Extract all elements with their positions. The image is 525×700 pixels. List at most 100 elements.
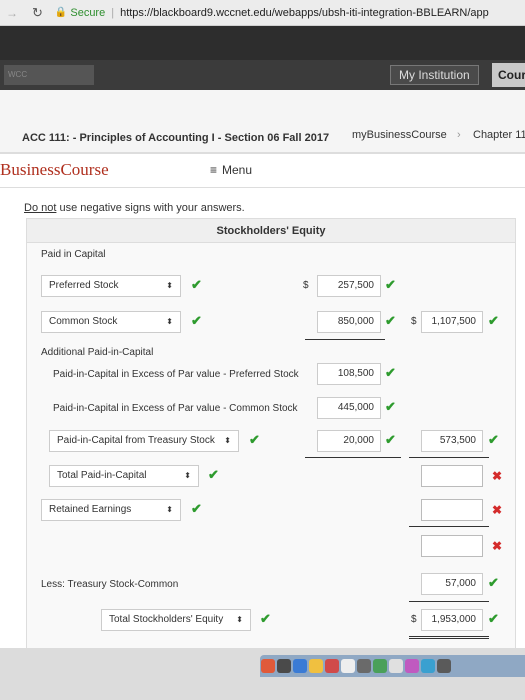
secure-label: Secure: [70, 6, 106, 19]
total-paid-in-capital-amount[interactable]: [421, 465, 483, 487]
chevron-updown-icon: ⬍: [236, 615, 243, 624]
blackboard-top-banner: [0, 26, 525, 60]
dollar-sign: $: [411, 316, 417, 327]
check-icon: ✔: [385, 399, 396, 414]
app-icon[interactable]: [405, 659, 419, 673]
retained-earnings-label: Retained Earnings: [49, 504, 132, 515]
check-icon: ✔: [488, 611, 499, 626]
lock-icon: 🔒: [54, 7, 68, 18]
app-icon[interactable]: [373, 659, 387, 673]
apic-preferred-label: Paid-in-Capital in Excess of Par value -…: [53, 369, 299, 380]
apic-label: Additional Paid-in-Capital: [41, 347, 154, 358]
app-bar: BusinessCourse ≡ Menu: [0, 154, 525, 188]
paid-in-capital-label: Paid in Capital: [41, 249, 106, 260]
chevron-right-icon: ›: [457, 129, 461, 141]
treasury-stock-amount[interactable]: 57,000: [421, 573, 483, 595]
check-icon: ✔: [249, 432, 260, 447]
preferred-stock-amount[interactable]: 257,500: [317, 275, 381, 297]
apic-treasury-select[interactable]: Paid-in-Capital from Treasury Stock ⬍: [49, 430, 239, 452]
institution-bar: WCC My Institution Cour: [0, 60, 525, 90]
check-icon: ✔: [191, 313, 202, 328]
check-icon: ✔: [191, 501, 202, 516]
app-icon[interactable]: [421, 659, 435, 673]
chevron-updown-icon: ⬍: [166, 281, 173, 290]
check-icon: ✔: [260, 611, 271, 626]
breadcrumb-chapter[interactable]: Chapter 11: [473, 129, 525, 141]
cross-icon: ✖: [492, 469, 503, 483]
total-paid-in-capital-select[interactable]: Total Paid-in-Capital ⬍: [49, 465, 199, 487]
total-double-underline: [409, 636, 489, 639]
menu-button[interactable]: ≡ Menu: [210, 163, 252, 177]
check-icon: ✔: [385, 313, 396, 328]
check-icon: ✔: [385, 432, 396, 447]
app-icon[interactable]: [389, 659, 403, 673]
instruction-rest: use negative signs with your answers.: [56, 202, 245, 214]
common-stock-label: Common Stock: [49, 316, 118, 327]
retained-underline: [409, 526, 489, 527]
chevron-updown-icon: ⬍: [166, 505, 173, 514]
preferred-stock-select[interactable]: Preferred Stock ⬍: [41, 275, 181, 297]
apic-underline: [305, 457, 401, 458]
check-icon: ✔: [488, 575, 499, 590]
dollar-sign: $: [303, 280, 309, 291]
apic-treasury-label: Paid-in-Capital from Treasury Stock: [57, 435, 215, 446]
cross-icon: ✖: [492, 503, 503, 517]
table-heading: Stockholders' Equity: [27, 219, 515, 243]
app-icon[interactable]: [357, 659, 371, 673]
chevron-updown-icon: ⬍: [224, 436, 231, 445]
treasury-underline: [409, 601, 489, 602]
total-equity-amount[interactable]: 1,953,000: [421, 609, 483, 631]
instruction-emphasis: Do not: [24, 202, 57, 214]
check-icon: ✔: [208, 467, 219, 482]
total-apic-amount[interactable]: 573,500: [421, 430, 483, 452]
apic-common-amount[interactable]: 445,000: [317, 397, 381, 419]
menu-label: Menu: [222, 163, 253, 177]
apic-treasury-amount[interactable]: 20,000: [317, 430, 381, 452]
chevron-updown-icon: ⬍: [184, 471, 191, 480]
hamburger-icon: ≡: [210, 163, 218, 177]
app-icon[interactable]: [277, 659, 291, 673]
check-icon: ✔: [488, 313, 499, 328]
forward-arrow-icon[interactable]: →: [6, 6, 18, 20]
app-icon[interactable]: [309, 659, 323, 673]
chevron-updown-icon: ⬍: [166, 317, 173, 326]
subtotal-amount[interactable]: [421, 535, 483, 557]
course-title[interactable]: ACC 111: - Principles of Accounting I - …: [22, 132, 329, 144]
app-icon[interactable]: [325, 659, 339, 673]
courses-tab[interactable]: Cour: [492, 63, 525, 87]
apic-total-underline: [409, 457, 489, 458]
common-stock-amount[interactable]: 850,000: [317, 311, 381, 333]
apic-common-label: Paid-in-Capital in Excess of Par value -…: [53, 403, 298, 414]
total-paid-in-capital-label: Total Paid-in-Capital: [57, 470, 147, 481]
url-separator: |: [111, 6, 115, 19]
app-icon[interactable]: [341, 659, 355, 673]
instruction-text: Do not use negative signs with your answ…: [24, 202, 245, 214]
apic-preferred-amount[interactable]: 108,500: [317, 363, 381, 385]
preferred-stock-label: Preferred Stock: [49, 280, 119, 291]
businesscourse-logo: BusinessCourse: [0, 160, 109, 179]
college-logo: WCC: [4, 65, 94, 85]
app-icon[interactable]: [437, 659, 451, 673]
address-bar[interactable]: https://blackboard9.wccnet.edu/webapps/u…: [120, 7, 489, 19]
common-stock-select[interactable]: Common Stock ⬍: [41, 311, 181, 333]
total-equity-label: Total Stockholders' Equity: [109, 614, 224, 625]
breadcrumb-mybusinesscourse[interactable]: myBusinessCourse: [352, 129, 447, 141]
app-icon[interactable]: [261, 659, 275, 673]
check-icon: ✔: [488, 432, 499, 447]
retained-earnings-amount[interactable]: [421, 499, 483, 521]
dollar-sign: $: [411, 614, 417, 625]
table-body: Paid in Capital Preferred Stock ⬍ ✔ $ 25…: [27, 243, 515, 689]
retained-earnings-select[interactable]: Retained Earnings ⬍: [41, 499, 181, 521]
total-capital-stock-amount[interactable]: 1,107,500: [421, 311, 483, 333]
course-header: ACC 111: - Principles of Accounting I - …: [0, 90, 525, 152]
reload-icon[interactable]: ↻: [32, 5, 43, 21]
app-icon[interactable]: [293, 659, 307, 673]
browser-toolbar: → ↻ 🔒 Secure | https://blackboard9.wccne…: [0, 0, 525, 26]
cross-icon: ✖: [492, 539, 503, 553]
total-equity-select[interactable]: Total Stockholders' Equity ⬍: [101, 609, 251, 631]
os-dock: [260, 655, 525, 677]
my-institution-tab[interactable]: My Institution: [390, 65, 479, 85]
check-icon: ✔: [385, 277, 396, 292]
treasury-stock-label: Less: Treasury Stock-Common: [41, 579, 179, 590]
check-icon: ✔: [385, 365, 396, 380]
